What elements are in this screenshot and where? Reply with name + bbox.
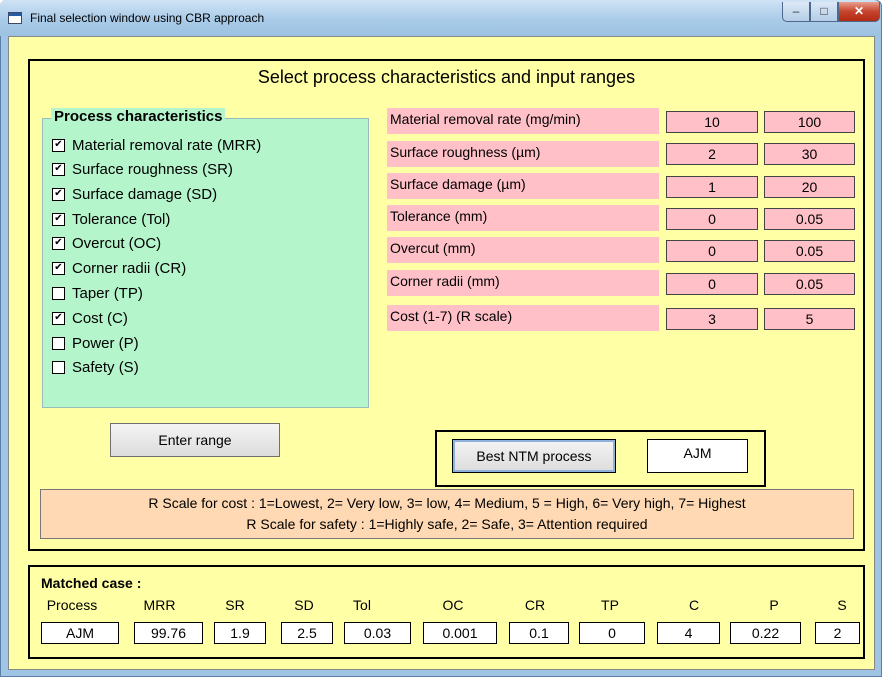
process-characteristics-title: Process characteristics xyxy=(51,108,226,125)
range-label-cr: Corner radii (mm) xyxy=(387,270,659,296)
checkbox-label: Taper (TP) xyxy=(72,285,143,302)
checkbox-power[interactable]: Power (P) xyxy=(52,335,139,357)
checkbox-label: Overcut (OC) xyxy=(72,235,162,252)
scale-notes: R Scale for cost : 1=Lowest, 2= Very low… xyxy=(40,489,854,539)
matched-header-oc: OC xyxy=(442,597,464,613)
checkbox-label: Safety (S) xyxy=(72,359,139,376)
matched-case-title: Matched case : xyxy=(41,575,142,591)
maximize-button[interactable]: □ xyxy=(810,2,838,22)
enter-range-button[interactable]: Enter range xyxy=(110,423,280,457)
minimize-button[interactable]: – xyxy=(782,2,810,22)
checkbox-icon[interactable] xyxy=(52,360,65,374)
checkbox-icon[interactable]: ✔ xyxy=(52,261,65,275)
checkbox-icon[interactable]: ✔ xyxy=(52,212,65,226)
checkbox-icon[interactable]: ✔ xyxy=(52,311,65,325)
app-icon xyxy=(8,12,22,24)
range-label-tol: Tolerance (mm) xyxy=(387,205,659,231)
range-max-oc[interactable]: 0.05 xyxy=(764,240,855,262)
checkbox-icon[interactable]: ✔ xyxy=(52,162,65,176)
matched-header-sd: SD xyxy=(294,597,314,613)
checkbox-label: Cost (C) xyxy=(72,310,128,327)
range-label-cost: Cost (1-7) (R scale) xyxy=(387,305,659,331)
best-process-output: AJM xyxy=(647,439,748,473)
range-label-sd: Surface damage (µm) xyxy=(387,173,659,199)
title-bar[interactable]: Final selection window using CBR approac… xyxy=(0,0,880,36)
range-min-sr[interactable]: 2 xyxy=(666,143,758,165)
best-ntm-process-button[interactable]: Best NTM process xyxy=(452,439,616,473)
matched-value-c: 4 xyxy=(657,622,720,644)
checkbox-tol[interactable]: ✔ Tolerance (Tol) xyxy=(52,211,170,233)
checkbox-label: Corner radii (CR) xyxy=(72,260,187,277)
matched-header-tp: TP xyxy=(601,597,619,613)
range-min-cost[interactable]: 3 xyxy=(666,308,758,330)
matched-header-p: P xyxy=(769,597,779,613)
range-label-mrr: Material removal rate (mg/min) xyxy=(387,108,659,134)
range-min-cr[interactable]: 0 xyxy=(666,273,758,295)
range-max-sd[interactable]: 20 xyxy=(764,176,855,198)
checkbox-label: Tolerance (Tol) xyxy=(72,211,171,228)
range-min-sd[interactable]: 1 xyxy=(666,176,758,198)
matched-value-tp: 0 xyxy=(579,622,645,644)
matched-header-cr: CR xyxy=(524,597,546,613)
matched-header-tol: Tol xyxy=(353,597,371,613)
checkbox-label: Power (P) xyxy=(72,335,139,352)
matched-header-mrr: MRR xyxy=(143,597,176,613)
checkbox-icon[interactable] xyxy=(52,286,65,300)
checkbox-icon[interactable] xyxy=(52,336,65,350)
matched-value-sd: 2.5 xyxy=(281,622,333,644)
checkbox-label: Material removal rate (MRR) xyxy=(72,137,262,154)
matched-value-oc: 0.001 xyxy=(423,622,497,644)
cost-scale-note: R Scale for cost : 1=Lowest, 2= Very low… xyxy=(148,495,746,511)
matched-header-s: S xyxy=(837,597,847,613)
range-max-cost[interactable]: 5 xyxy=(764,308,855,330)
safety-scale-note: R Scale for safety : 1=Highly safe, 2= S… xyxy=(246,516,648,532)
checkbox-cost[interactable]: ✔ Cost (C) xyxy=(52,310,128,332)
matched-header-c: C xyxy=(688,597,700,613)
checkbox-icon[interactable]: ✔ xyxy=(52,236,65,250)
matched-header-process: Process xyxy=(46,597,98,613)
checkbox-sd[interactable]: ✔ Surface damage (SD) xyxy=(52,186,217,208)
checkbox-oc[interactable]: ✔ Overcut (OC) xyxy=(52,235,161,257)
matched-value-cr: 0.1 xyxy=(509,622,569,644)
checkbox-tp[interactable]: Taper (TP) xyxy=(52,285,143,307)
matched-value-p: 0.22 xyxy=(730,622,801,644)
range-max-sr[interactable]: 30 xyxy=(764,143,855,165)
checkbox-icon[interactable]: ✔ xyxy=(52,138,65,152)
checkbox-sr[interactable]: ✔ Surface roughness (SR) xyxy=(52,161,233,183)
window-title: Final selection window using CBR approac… xyxy=(30,11,265,25)
matched-header-sr: SR xyxy=(225,597,245,613)
page-title: Select process characteristics and input… xyxy=(257,67,636,87)
matched-value-sr: 1.9 xyxy=(214,622,266,644)
range-max-tol[interactable]: 0.05 xyxy=(764,208,855,230)
matched-value-s: 2 xyxy=(815,622,860,644)
range-min-oc[interactable]: 0 xyxy=(666,240,758,262)
close-button[interactable]: ✕ xyxy=(838,2,880,22)
checkbox-icon[interactable]: ✔ xyxy=(52,187,65,201)
checkbox-safety[interactable]: Safety (S) xyxy=(52,359,139,381)
matched-value-process: AJM xyxy=(41,622,119,644)
checkbox-mrr[interactable]: ✔ Material removal rate (MRR) xyxy=(52,137,261,159)
checkbox-label: Surface roughness (SR) xyxy=(72,161,233,178)
checkbox-cr[interactable]: ✔ Corner radii (CR) xyxy=(52,260,186,282)
matched-value-mrr: 99.76 xyxy=(134,622,203,644)
range-max-mrr[interactable]: 100 xyxy=(764,111,855,133)
range-label-oc: Overcut (mm) xyxy=(387,237,659,263)
range-label-sr: Surface roughness (µm) xyxy=(387,141,659,167)
range-min-tol[interactable]: 0 xyxy=(666,208,758,230)
matched-value-tol: 0.03 xyxy=(344,622,411,644)
checkbox-label: Surface damage (SD) xyxy=(72,186,218,203)
range-min-mrr[interactable]: 10 xyxy=(666,111,758,133)
range-max-cr[interactable]: 0.05 xyxy=(764,273,855,295)
